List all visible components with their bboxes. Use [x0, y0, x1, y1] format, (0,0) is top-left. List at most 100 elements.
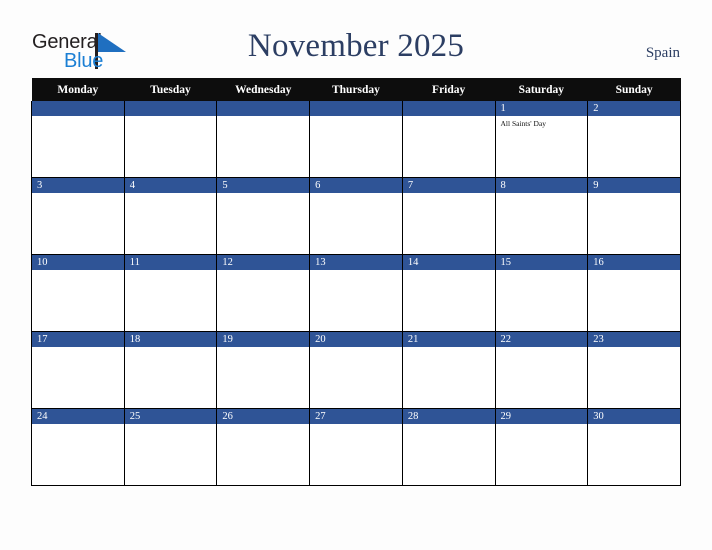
day-number: 14: [402, 255, 495, 270]
day-number: 18: [124, 332, 217, 347]
calendar-day-cell[interactable]: 9: [587, 177, 681, 255]
calendar-body: 1 All Saints' Day 2 3 4 5 6 7 8 9 10 11 12 13 14 15 16 17…: [31, 101, 681, 486]
calendar-day-cell[interactable]: 25: [123, 408, 218, 486]
day-events: All Saints' Day: [496, 116, 588, 129]
day-events: [496, 424, 588, 427]
calendar-day-cell[interactable]: 18: [123, 331, 218, 409]
calendar-day-cell[interactable]: 23: [587, 331, 681, 409]
day-events: [588, 424, 680, 427]
day-events: [310, 424, 402, 427]
calendar-day-cell[interactable]: 22: [494, 331, 589, 409]
calendar-day-cell[interactable]: 2: [587, 101, 681, 178]
calendar-empty-cell: [401, 101, 496, 178]
day-number: [310, 101, 402, 116]
day-events: [310, 270, 402, 273]
day-number: 29: [495, 409, 588, 424]
day-events: [310, 116, 402, 119]
calendar-day-cell[interactable]: 30: [587, 408, 681, 486]
calendar-day-cell[interactable]: 28: [401, 408, 496, 486]
day-events: [403, 424, 495, 427]
calendar-empty-cell: [123, 101, 218, 178]
day-number: 17: [32, 332, 124, 347]
calendar-day-cell[interactable]: 16: [587, 254, 681, 332]
day-events: [32, 116, 124, 119]
calendar-empty-cell: [31, 101, 125, 178]
day-events: [125, 116, 217, 119]
day-number: [402, 101, 495, 116]
day-events: [403, 347, 495, 350]
day-number: 13: [310, 255, 402, 270]
calendar-day-cell[interactable]: 29: [494, 408, 589, 486]
weekday-header-row: Monday Tuesday Wednesday Thursday Friday…: [31, 78, 681, 101]
day-number: 1: [495, 101, 588, 116]
day-number: 10: [32, 255, 124, 270]
day-number: 20: [310, 332, 402, 347]
day-events: [496, 347, 588, 350]
calendar-page: General Blue November 2025 Spain Monday …: [0, 0, 712, 550]
day-events: [217, 193, 309, 196]
calendar-day-cell[interactable]: 21: [401, 331, 496, 409]
day-number: 22: [495, 332, 588, 347]
calendar-day-cell[interactable]: 27: [309, 408, 403, 486]
day-events: [32, 270, 124, 273]
day-events: [125, 270, 217, 273]
day-number: 8: [495, 178, 588, 193]
day-events: [32, 347, 124, 350]
calendar-day-cell[interactable]: 11: [123, 254, 218, 332]
day-events: [32, 193, 124, 196]
weekday-header-tuesday: Tuesday: [124, 78, 217, 101]
day-number: 11: [124, 255, 217, 270]
day-events: [310, 193, 402, 196]
calendar-day-cell[interactable]: 10: [31, 254, 125, 332]
calendar-week-row: 24 25 26 27 28 29 30: [31, 408, 681, 486]
page-title: November 2025: [247, 28, 465, 64]
day-number: 25: [124, 409, 217, 424]
page-header: General Blue November 2025 Spain: [0, 0, 712, 78]
day-events: [588, 193, 680, 196]
weekday-header-monday: Monday: [31, 78, 125, 101]
day-number: 28: [402, 409, 495, 424]
calendar-day-cell[interactable]: 8: [494, 177, 589, 255]
calendar-day-cell[interactable]: 24: [31, 408, 125, 486]
day-events: [125, 424, 217, 427]
calendar-day-cell[interactable]: 7: [401, 177, 496, 255]
day-events: [310, 347, 402, 350]
calendar-day-cell[interactable]: 3: [31, 177, 125, 255]
day-number: [32, 101, 124, 116]
day-number: 27: [310, 409, 402, 424]
day-events: [217, 116, 309, 119]
calendar-day-cell[interactable]: 19: [216, 331, 311, 409]
day-number: [217, 101, 310, 116]
calendar-day-cell[interactable]: 15: [494, 254, 589, 332]
day-events: [588, 270, 680, 273]
month-calendar: Monday Tuesday Wednesday Thursday Friday…: [31, 78, 681, 486]
calendar-day-cell[interactable]: 14: [401, 254, 496, 332]
day-number: 6: [310, 178, 402, 193]
calendar-day-cell[interactable]: 17: [31, 331, 125, 409]
weekday-header-saturday: Saturday: [495, 78, 588, 101]
day-events: [217, 424, 309, 427]
calendar-day-cell[interactable]: 20: [309, 331, 403, 409]
calendar-week-row: 10 11 12 13 14 15 16: [31, 254, 681, 332]
calendar-day-cell[interactable]: 6: [309, 177, 403, 255]
calendar-day-cell[interactable]: 1 All Saints' Day: [494, 101, 589, 178]
calendar-day-cell[interactable]: 5: [216, 177, 311, 255]
weekday-header-thursday: Thursday: [309, 78, 403, 101]
day-number: 2: [588, 101, 680, 116]
calendar-week-row: 17 18 19 20 21 22 23: [31, 331, 681, 409]
calendar-week-row: 1 All Saints' Day 2: [31, 101, 681, 178]
calendar-day-cell[interactable]: 4: [123, 177, 218, 255]
day-events: [496, 193, 588, 196]
day-events: [217, 270, 309, 273]
calendar-day-cell[interactable]: 26: [216, 408, 311, 486]
holiday-label: All Saints' Day: [500, 119, 547, 128]
day-events: [125, 193, 217, 196]
day-events: [32, 424, 124, 427]
day-number: [124, 101, 217, 116]
day-events: [217, 347, 309, 350]
day-number: 4: [124, 178, 217, 193]
day-number: 9: [588, 178, 680, 193]
calendar-day-cell[interactable]: 12: [216, 254, 311, 332]
day-events: [403, 116, 495, 119]
calendar-day-cell[interactable]: 13: [309, 254, 403, 332]
